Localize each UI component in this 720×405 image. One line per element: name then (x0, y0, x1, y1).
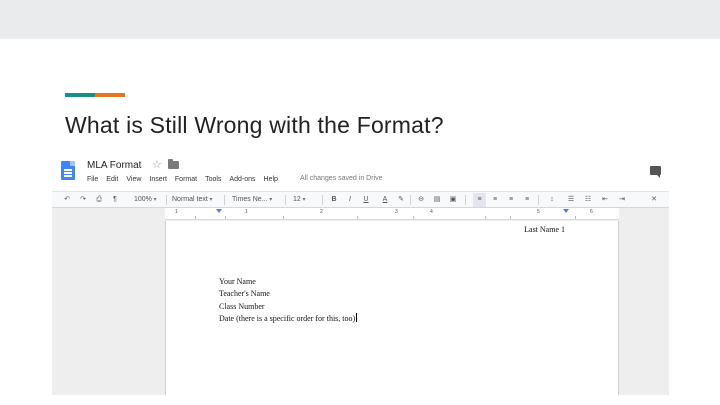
title-accent-teal (65, 93, 95, 97)
link-icon[interactable]: ⊖ (416, 193, 426, 207)
heading-line-class: Class Number (219, 301, 265, 311)
comments-icon[interactable] (650, 166, 661, 178)
ruler-number: 1 (245, 209, 248, 215)
right-indent-marker[interactable] (563, 209, 569, 213)
slide-top-band (0, 0, 720, 39)
highlight-color-icon[interactable]: ✎ (396, 193, 406, 207)
mla-heading-block[interactable]: Your Name Teacher's Name Class Number Da… (219, 276, 358, 326)
text-color-button[interactable]: A (380, 193, 390, 207)
folder-icon[interactable] (168, 159, 179, 169)
underline-button[interactable]: U (361, 193, 371, 207)
google-docs-screenshot: MLA Format ☆ File Edit View Insert Forma… (52, 155, 669, 395)
slide-title: What is Still Wrong with the Format? (65, 112, 444, 138)
ruler-number: 2 (320, 209, 323, 215)
heading-line-teacher: Teacher's Name (219, 289, 270, 299)
menu-tools[interactable]: Tools (205, 176, 221, 186)
menu-insert[interactable]: Insert (149, 176, 167, 186)
page-header-text[interactable]: Last Name 1 (524, 225, 565, 234)
document-page[interactable]: Last Name 1 Your Name Teacher's Name Cla… (165, 221, 619, 395)
line-spacing-icon[interactable]: ↕ (546, 193, 558, 207)
decrease-indent-icon[interactable]: ⇤ (599, 193, 611, 207)
align-justify-icon[interactable]: ≡ (521, 193, 533, 207)
paint-format-icon[interactable]: ¶ (110, 193, 120, 207)
increase-indent-icon[interactable]: ⇥ (616, 193, 628, 207)
document-canvas: 1 1 2 3 4 5 6 Last Name 1 Your Name Teac… (52, 208, 669, 395)
paragraph-style-select[interactable]: Normal text (172, 193, 220, 207)
zoom-select[interactable]: 100% (134, 193, 162, 207)
save-status[interactable]: All changes saved in Drive (300, 175, 383, 182)
heading-line-name: Your Name (219, 277, 256, 286)
menu-add-ons[interactable]: Add-ons (229, 176, 255, 186)
docs-logo-icon[interactable] (61, 161, 75, 180)
document-title[interactable]: MLA Format (87, 160, 141, 171)
ruler[interactable]: 1 1 2 3 4 5 6 (165, 208, 619, 220)
align-center-icon[interactable]: ≡ (489, 193, 501, 207)
ruler-number: 1 (175, 209, 178, 215)
menu-bar: File Edit View Insert Format Tools Add-o… (87, 176, 278, 186)
align-right-icon[interactable]: ≡ (505, 193, 517, 207)
heading-line-date: Date (there is a specific order for this… (219, 313, 358, 324)
align-left-icon[interactable]: ≡ (473, 193, 486, 207)
ruler-number: 5 (537, 209, 540, 215)
text-cursor (356, 313, 358, 323)
menu-help[interactable]: Help (264, 176, 278, 186)
clear-formatting-icon[interactable]: ✕ (648, 193, 660, 207)
print-icon[interactable]: ⎙ (94, 193, 104, 207)
star-icon[interactable]: ☆ (152, 159, 162, 171)
italic-button[interactable]: I (345, 193, 355, 207)
bold-button[interactable]: B (329, 193, 339, 207)
menu-file[interactable]: File (87, 176, 98, 186)
left-indent-marker[interactable] (216, 209, 222, 213)
numbered-list-icon[interactable]: ☰ (565, 193, 577, 207)
menu-edit[interactable]: Edit (106, 176, 118, 186)
font-select[interactable]: Times Ne... (232, 193, 280, 207)
image-icon[interactable]: ▣ (448, 193, 458, 207)
ruler-number: 3 (395, 209, 398, 215)
formatting-toolbar: ↶ ↷ ⎙ ¶ 100% Normal text Times Ne... 12 … (52, 191, 669, 208)
undo-icon[interactable]: ↶ (62, 193, 72, 207)
title-accent-orange (95, 93, 125, 97)
docs-header: MLA Format ☆ File Edit View Insert Forma… (52, 155, 669, 191)
menu-format[interactable]: Format (175, 176, 197, 186)
ruler-number: 4 (430, 209, 433, 215)
ruler-number: 6 (590, 209, 593, 215)
menu-view[interactable]: View (126, 176, 141, 186)
comment-add-icon[interactable]: ▤ (432, 193, 442, 207)
bulleted-list-icon[interactable]: ☷ (582, 193, 594, 207)
font-size-select[interactable]: 12 (293, 193, 315, 207)
redo-icon[interactable]: ↷ (78, 193, 88, 207)
